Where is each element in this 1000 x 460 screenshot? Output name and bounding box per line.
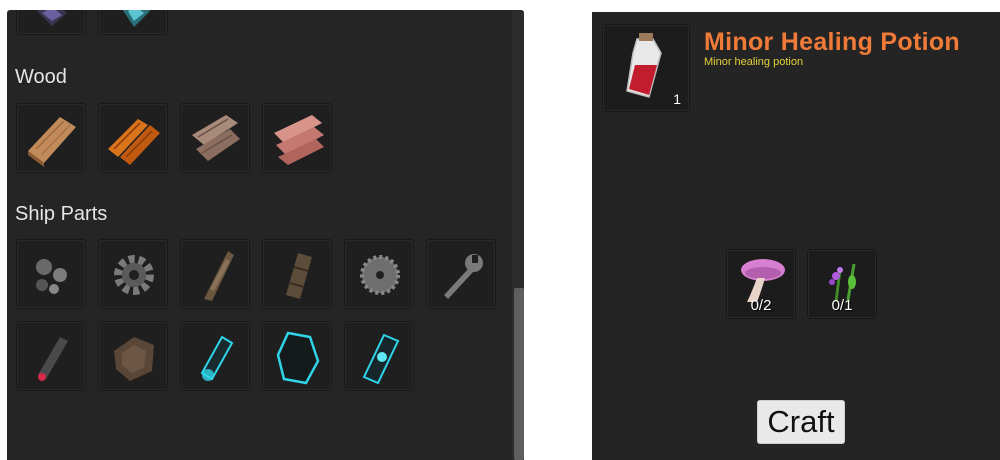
inventory-slot-glowing-crystal[interactable] [344,321,414,391]
section-title-wood: Wood [15,66,67,88]
saw-blade-icon [360,255,400,295]
inventory-slot-gear[interactable] [98,239,168,309]
inventory-slot-wood-light[interactable] [16,103,86,173]
wood-plank-orange-icon [108,119,160,165]
wood-plank-weathered-icon [192,115,240,161]
ingredient-count-mushroom: 0/2 [750,297,772,314]
crystal-blue-icon [122,10,150,27]
inventory-slot-red-capsule[interactable] [16,321,86,391]
inventory-slot-glowing-cylinder[interactable] [180,321,250,391]
item-description: Minor healing potion [704,56,804,68]
inventory-slot-glowing-hex[interactable] [262,321,332,391]
glowing-hex-plate-icon [276,331,320,385]
inventory-slot-scrap-metal[interactable] [16,239,86,309]
inventory-slot-wood-pink[interactable] [262,103,332,173]
hull-fragment-icon [204,251,234,301]
glowing-cylinder-icon [200,335,234,381]
item-name: Minor Healing Potion [704,28,960,56]
wood-plank-light-icon [28,117,76,167]
crafting-panel: 1 Minor Healing Potion Minor healing pot… [592,12,1000,460]
ingredient-slot-mushroom[interactable]: 0/2 [726,249,796,319]
inventory-slot-partial-1[interactable] [16,10,86,35]
ingredient-slot-herb[interactable]: 0/1 [807,249,877,319]
inventory-slot-barrel[interactable] [262,239,332,309]
gear-icon [114,255,154,295]
barrel-canister-icon [286,253,312,299]
result-count: 1 [673,91,681,107]
crystal-dark-icon [37,10,67,26]
inventory-slot-wood-orange[interactable] [98,103,168,173]
scrollbar-thumb[interactable] [514,288,524,460]
inventory-slot-partial-2[interactable] [98,10,168,35]
section-title-ship-parts: Ship Parts [15,203,108,225]
inventory-slot-saw-blade[interactable] [344,239,414,309]
wood-plank-pink-icon [274,115,324,165]
inventory-scrollbar[interactable] [512,10,524,460]
crafting-result-slot[interactable]: 1 [602,24,690,112]
wrench-icon [444,254,483,299]
inventory-slot-hull-fragment[interactable] [180,239,250,309]
scrap-metal-icon [36,259,67,294]
craft-button[interactable]: Craft [757,400,845,444]
inventory-slot-rusty-plate[interactable] [98,321,168,391]
potion-icon [626,33,662,98]
red-capsule-icon [38,337,68,381]
rusty-plate-icon [114,337,154,381]
glowing-crystal-core-icon [362,333,400,385]
inventory-slot-wood-weathered[interactable] [180,103,250,173]
ingredient-count-herb: 0/1 [831,297,853,314]
inventory-panel: Wood Ship Parts [7,10,524,460]
inventory-slot-wrench[interactable] [426,239,496,309]
